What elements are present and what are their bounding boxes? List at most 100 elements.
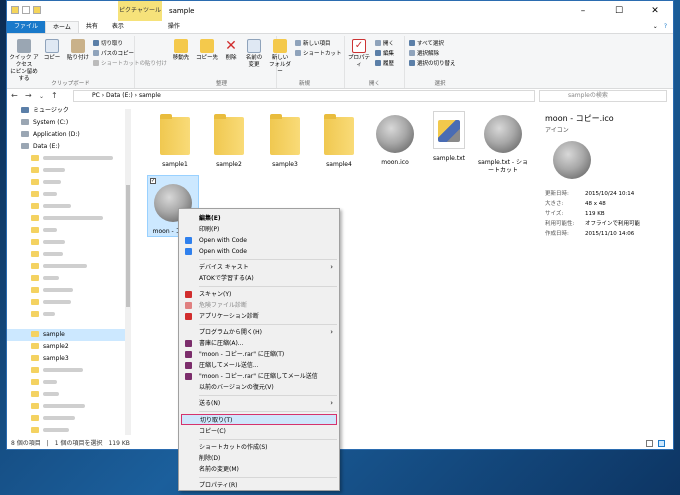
tab-file[interactable]: ファイル [7,21,46,33]
nav-item-blurred[interactable] [7,377,129,389]
nav-item-sample2[interactable]: sample2 [7,341,129,353]
menu-item-delete[interactable]: 削除(D) [181,453,337,464]
menu-item-device-cast[interactable]: デバイス キャスト › [181,262,337,273]
nav-item-blurred[interactable] [7,401,129,413]
help-icon[interactable]: ? [664,21,667,33]
scrollbar-thumb[interactable] [126,185,130,307]
nav-item-blurred[interactable] [7,425,129,437]
address-bar[interactable]: PC › Data (E:) › sample [73,90,535,102]
menu-item-restore[interactable]: 以前のバージョンの復元(V) [181,382,337,393]
menu-item-create-shortcut[interactable]: ショートカットの作成(S) [181,442,337,453]
menu-item-cut[interactable]: 切り取り(T) [181,414,337,425]
menu-item-open-with-code[interactable]: Open with Code [181,246,337,257]
menu-item-app-diagnosis[interactable]: アプリケーション診断 [181,311,337,322]
tab-manage[interactable]: 操作 [161,21,187,33]
checkbox-icon[interactable]: ✓ [150,178,156,184]
nav-item-sample3[interactable]: sample3 [7,353,129,365]
menu-item-rename[interactable]: 名前の変更(M) [181,464,337,475]
select-none-button[interactable]: 選択解除 [409,49,439,59]
nav-item-music[interactable]: ミュージック [7,105,129,117]
menu-item-copy[interactable]: コピー(C) [181,426,337,437]
menu-item-scan[interactable]: スキャン(Y) [181,289,337,300]
details-view-icon[interactable] [646,440,653,447]
rename-button[interactable]: 名前の 変更 [243,39,265,69]
menu-item-compress-mail[interactable]: 圧縮してメール送信... [181,360,337,371]
pin-button[interactable]: クイック アクセス にピン留めする [9,39,39,83]
nav-item-blurred[interactable] [7,225,129,237]
nav-item-blurred[interactable] [7,201,129,213]
nav-item-blurred[interactable] [7,273,129,285]
properties-button[interactable]: ✓ プロパティ [347,39,371,69]
file-item-sample4[interactable]: sample4 [313,111,365,168]
invert-selection-button[interactable]: 選択の切り替え [409,59,456,69]
copy-path-button[interactable]: パスのコピー [93,49,134,59]
nav-item-blurred[interactable] [7,213,129,225]
menu-item-compress[interactable]: 書庫に圧縮(A)... [181,338,337,349]
chevron-down-icon[interactable]: ⌄ [39,93,44,100]
nav-item-blurred[interactable] [7,153,129,165]
new-item-button[interactable]: 新しい項目 [295,39,331,49]
paste-button[interactable]: 貼り付け [65,39,91,62]
file-item-shortcut[interactable]: sample.txt - ショートカット [477,111,529,175]
nav-item-blurred[interactable] [7,165,129,177]
cut-button[interactable]: 切り取り [93,39,123,49]
search-input[interactable]: sampleの検索 [539,90,667,102]
copy-button[interactable]: コピー [41,39,63,62]
tab-share[interactable]: 共有 [79,21,105,33]
menu-item-danger-file[interactable]: 危険ファイル診断 [181,300,337,311]
nav-item-system[interactable]: System (C:) [7,117,129,129]
tab-view[interactable]: 表示 [105,21,131,33]
forward-arrow-icon[interactable]: → [25,91,32,100]
back-arrow-icon[interactable]: ← [11,91,18,100]
chevron-down-icon[interactable]: ⌄ [653,21,658,33]
nav-item-blurred[interactable] [7,309,129,321]
shortcut-button[interactable]: ショートカット [295,49,342,59]
nav-item-application[interactable]: Application (D:) [7,129,129,141]
select-all-button[interactable]: すべて選択 [409,39,444,49]
minimize-button[interactable]: – [565,1,601,21]
folder-icon[interactable] [11,6,19,14]
file-item-sample2[interactable]: sample2 [203,111,255,168]
move-to-button[interactable]: 移動先 [169,39,193,62]
nav-item-blurred[interactable] [7,365,129,377]
menu-item-open-with[interactable]: プログラムから開く(H) › [181,327,337,338]
nav-scrollbar[interactable] [125,109,131,435]
menu-item-edit[interactable]: 編集(E) [181,213,337,224]
nav-item-blurred[interactable] [7,261,129,273]
new-folder-icon[interactable] [33,6,41,14]
new-folder-button[interactable]: 新しい フォルダー [267,39,293,76]
nav-item-blurred[interactable] [7,413,129,425]
file-item-sample1[interactable]: sample1 [149,111,201,168]
file-item-moon-ico[interactable]: moon.ico [369,111,421,166]
file-item-sample3[interactable]: sample3 [259,111,311,168]
open-button[interactable]: 開く [375,39,394,49]
close-button[interactable]: ✕ [637,1,673,21]
nav-item-data[interactable]: Data (E:) [7,141,129,153]
tab-home[interactable]: ホーム [45,21,79,33]
nav-item-blurred[interactable] [7,177,129,189]
nav-item-blurred[interactable] [7,285,129,297]
file-item-sample-txt[interactable]: sample.txt [423,111,475,162]
up-arrow-icon[interactable]: ↑ [51,91,58,100]
menu-item-compress-rar-mail[interactable]: "moon - コピー.rar" に圧縮してメール送信 [181,371,337,382]
properties-icon[interactable] [22,6,30,14]
nav-item-blurred[interactable] [7,297,129,309]
maximize-button[interactable]: ☐ [601,1,637,21]
menu-item-atok[interactable]: ATOKで学習する(A) [181,273,337,284]
edit-button[interactable]: 編集 [375,49,394,59]
picture-tools-tab[interactable]: ピクチャツール [118,1,162,21]
menu-item-properties[interactable]: プロパティ(R) [181,480,337,491]
nav-item-blurred[interactable] [7,237,129,249]
delete-button[interactable]: ✕ 削除 [221,39,241,62]
nav-item-sample[interactable]: sample [7,329,129,341]
menu-item-open-with-code[interactable]: Open with Code [181,235,337,246]
nav-item-blurred[interactable] [7,249,129,261]
menu-item-print[interactable]: 印刷(P) [181,224,337,235]
paste-shortcut-button[interactable]: ショートカットの貼り付け [93,59,167,69]
nav-item-blurred[interactable] [7,389,129,401]
nav-item-blurred[interactable] [7,189,129,201]
large-icons-view-icon[interactable] [658,440,665,447]
menu-item-send-to[interactable]: 送る(N) › [181,398,337,409]
history-button[interactable]: 履歴 [375,59,394,69]
copy-to-button[interactable]: コピー先 [195,39,219,62]
